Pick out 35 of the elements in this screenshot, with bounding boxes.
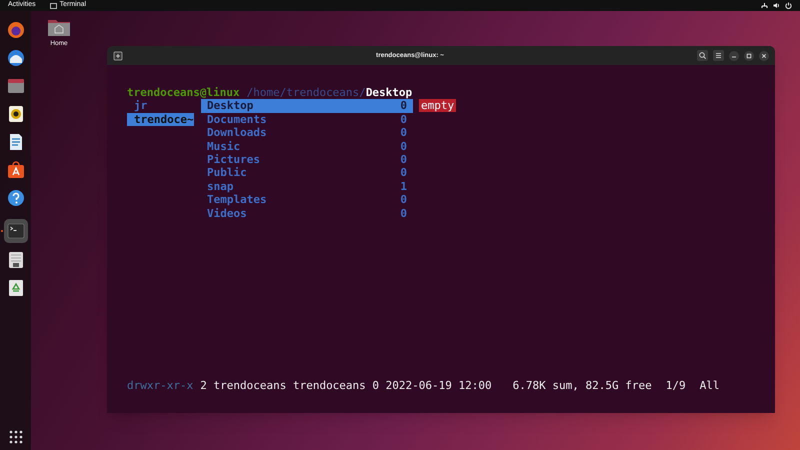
network-icon[interactable]	[761, 2, 768, 9]
running-indicator	[0, 230, 2, 232]
parent-directory-item[interactable]: jr	[127, 99, 194, 113]
disk-summary-text: 6.78K sum, 82.5G free	[512, 378, 652, 392]
prompt-current-directory: Desktop	[366, 86, 412, 100]
directory-row[interactable]: Downloads 0	[201, 126, 413, 140]
minimize-icon[interactable]	[729, 50, 739, 60]
menu-icon[interactable]	[713, 50, 724, 61]
app-grid-icon[interactable]	[8, 430, 22, 444]
maximize-icon[interactable]	[744, 50, 754, 60]
empty-indicator: empty	[419, 99, 456, 112]
shopping-bag-icon[interactable]	[6, 160, 26, 180]
directory-row[interactable]: Documents 0	[201, 112, 413, 126]
prompt-user-host: trendoceans@linux	[127, 86, 240, 100]
file-info-text: 2 trendoceans trendoceans 0 2022-06-19 12:00	[200, 378, 492, 392]
power-icon[interactable]	[785, 2, 792, 9]
directory-row[interactable]: Templates 0	[201, 193, 413, 207]
scroll-indicator: All	[700, 378, 720, 392]
permissions-text: drwxr-xr-x	[127, 378, 194, 392]
directory-row[interactable]: snap 1	[201, 180, 413, 194]
directory-row[interactable]: Videos 0	[201, 206, 413, 220]
parent-directory-item[interactable]: trendoce~	[127, 112, 194, 126]
help-icon[interactable]	[6, 188, 26, 208]
close-icon[interactable]	[759, 50, 769, 60]
directory-row[interactable]: Music 0	[201, 140, 413, 154]
volume-icon[interactable]	[773, 2, 780, 9]
directory-row[interactable]: Public 0	[201, 166, 413, 180]
prompt-path: /home/trendoceans/	[246, 86, 366, 100]
search-icon[interactable]	[697, 50, 708, 61]
home-folder-icon[interactable]	[47, 17, 71, 37]
new-tab-icon[interactable]	[113, 50, 123, 60]
position-text: 1/9	[666, 378, 686, 392]
directory-row[interactable]: Pictures 0	[201, 153, 413, 166]
terminal-icon	[50, 2, 57, 8]
directory-row[interactable]: Desktop 0	[201, 99, 413, 113]
